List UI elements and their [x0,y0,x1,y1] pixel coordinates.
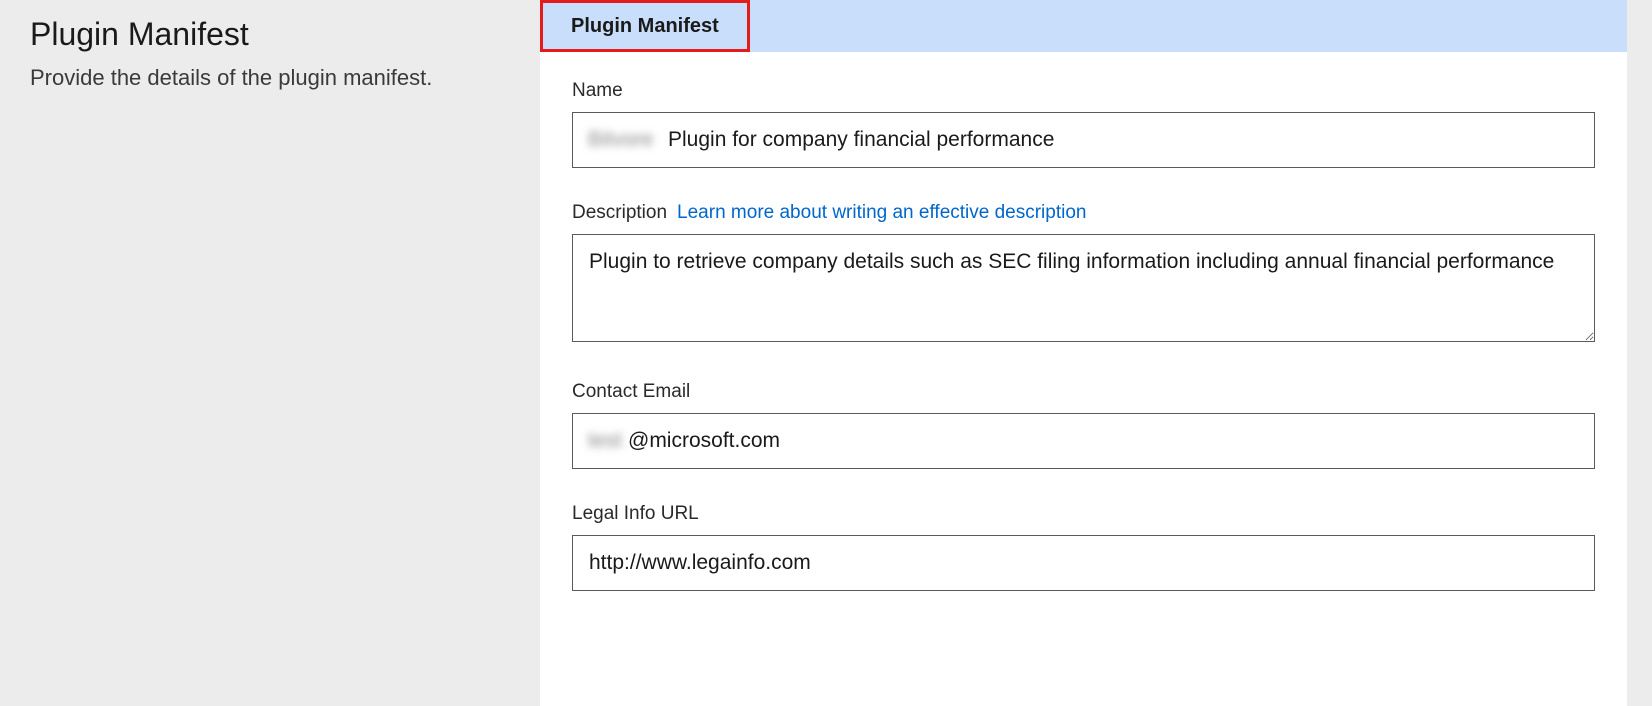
tab-plugin-manifest[interactable]: Plugin Manifest [540,0,750,52]
field-contact-email: Contact Email test @microsoft.com [572,381,1595,469]
description-input[interactable] [572,234,1595,342]
contact-email-label: Contact Email [572,381,690,403]
sidebar: Plugin Manifest Provide the details of t… [0,0,540,706]
name-label: Name [572,80,623,102]
legal-url-input[interactable] [572,535,1595,591]
legal-url-label: Legal Info URL [572,503,699,525]
field-legal-url: Legal Info URL [572,503,1595,591]
page-subtitle: Provide the details of the plugin manife… [30,63,510,94]
field-name: Name Bitvore Plugin for company financia… [572,80,1595,168]
form-area: Name Bitvore Plugin for company financia… [540,52,1627,706]
name-input[interactable] [572,112,1595,168]
description-help-link[interactable]: Learn more about writing an effective de… [677,202,1086,224]
description-label: Description [572,202,667,224]
page-title: Plugin Manifest [30,16,510,53]
field-description: Description Learn more about writing an … [572,202,1595,347]
contact-email-input[interactable] [572,413,1595,469]
tab-bar: Plugin Manifest [540,0,1627,52]
main-panel: Plugin Manifest Name Bitvore Plugin for … [540,0,1627,706]
